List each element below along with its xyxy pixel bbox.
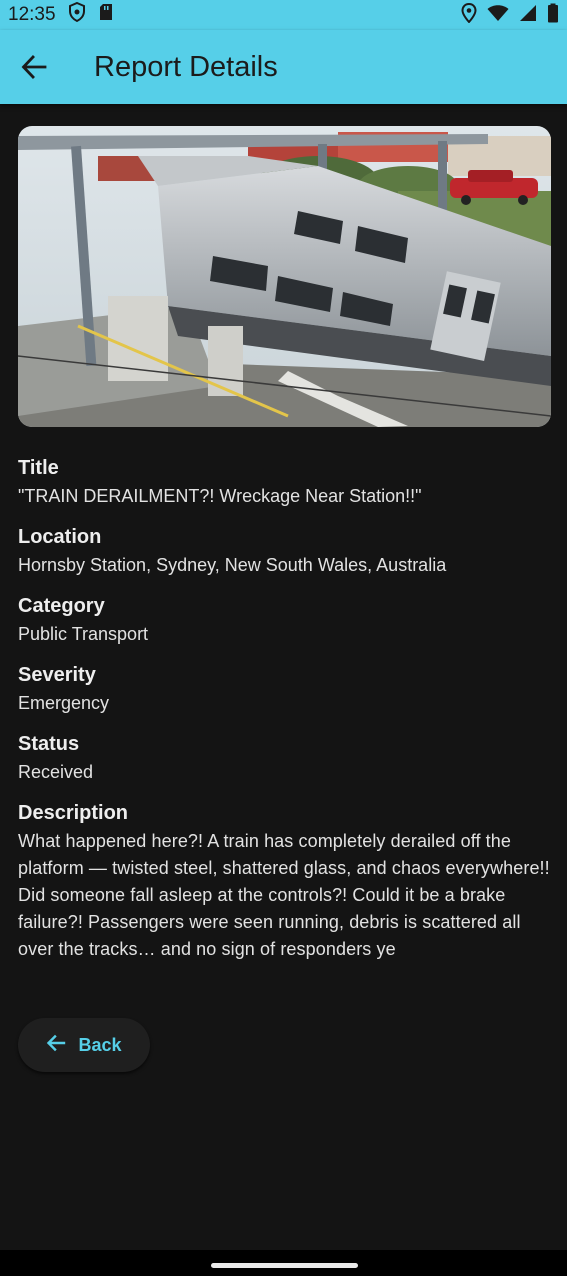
status-value: Received bbox=[18, 762, 94, 782]
report-details: Title "TRAIN DERAILMENT?! Wreckage Near … bbox=[18, 453, 553, 976]
battery-icon bbox=[547, 3, 559, 28]
arrow-back-icon[interactable] bbox=[20, 53, 48, 81]
shield-icon bbox=[68, 1, 86, 28]
status-label: Status bbox=[18, 733, 80, 755]
title-value: "TRAIN DERAILMENT?! Wreckage Near Statio… bbox=[18, 486, 422, 506]
back-button-label: Back bbox=[78, 1034, 122, 1055]
title-label: Title bbox=[18, 457, 59, 479]
location-value: Hornsby Station, Sydney, New South Wales… bbox=[18, 555, 447, 575]
severity-field: Severity Emergency bbox=[18, 660, 553, 716]
category-field: Category Public Transport bbox=[18, 591, 553, 647]
location-label: Location bbox=[18, 526, 102, 548]
title-field: Title "TRAIN DERAILMENT?! Wreckage Near … bbox=[18, 453, 553, 509]
status-time: 12:35 bbox=[8, 4, 56, 25]
location-icon bbox=[461, 2, 477, 28]
location-field: Location Hornsby Station, Sydney, New So… bbox=[18, 522, 553, 578]
severity-label: Severity bbox=[18, 664, 96, 686]
back-button[interactable]: Back bbox=[18, 1018, 150, 1072]
status-bar: 12:35 bbox=[0, 0, 567, 30]
app-bar: Report Details bbox=[0, 30, 567, 104]
category-label: Category bbox=[18, 595, 105, 617]
description-value: What happened here?! A train has complet… bbox=[18, 831, 550, 959]
page-title: Report Details bbox=[94, 50, 278, 83]
home-gesture-handle[interactable] bbox=[211, 1263, 358, 1268]
report-image bbox=[18, 126, 551, 427]
sd-card-icon bbox=[98, 3, 114, 27]
wifi-icon bbox=[487, 4, 509, 27]
system-nav-bar bbox=[0, 1250, 567, 1276]
signal-icon bbox=[519, 4, 537, 27]
category-value: Public Transport bbox=[18, 624, 149, 644]
status-field: Status Received bbox=[18, 729, 553, 785]
severity-value: Emergency bbox=[18, 693, 110, 713]
arrow-back-icon bbox=[46, 1034, 66, 1057]
description-label: Description bbox=[18, 802, 129, 824]
description-field: Description What happened here?! A train… bbox=[18, 798, 553, 963]
